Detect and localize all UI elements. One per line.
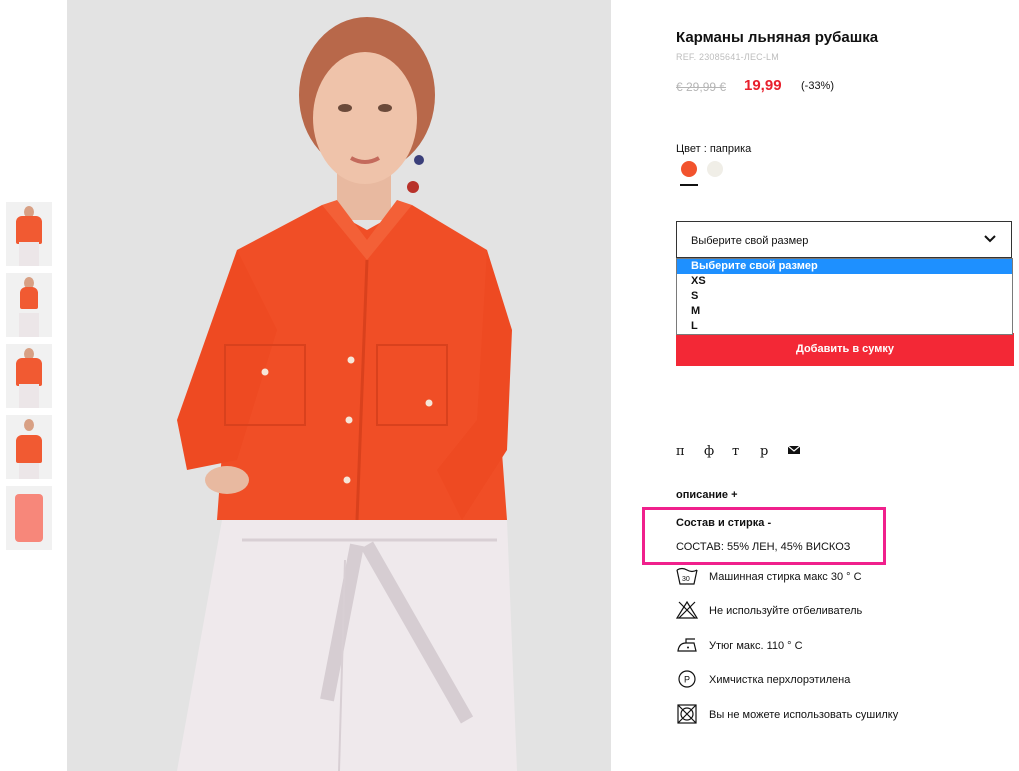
product-photo <box>67 0 611 771</box>
product-ref: REF. 23085641-ЛЕС-LM <box>676 52 779 62</box>
care-item-iron: Утюг макс. 110 ° C <box>676 635 916 659</box>
thumbnail-2[interactable] <box>6 273 52 337</box>
old-price: € 29,99 € <box>676 80 727 94</box>
share-p-icon[interactable]: р <box>760 444 788 459</box>
color-swatch-white[interactable] <box>707 161 723 177</box>
add-to-bag-button[interactable]: Добавить в сумку <box>676 333 1014 366</box>
share-facebook-icon[interactable]: ф <box>704 444 732 459</box>
product-title: Карманы льняная рубашка <box>676 29 879 46</box>
thumbnail-5[interactable] <box>6 486 52 550</box>
size-select-value: Выберите свой размер <box>691 235 809 247</box>
size-select[interactable]: Выберите свой размер <box>676 221 1012 258</box>
composition-text: СОСТАВ: 55% ЛЕН, 45% ВИСКОЗ <box>676 541 851 553</box>
care-item-bleach: Не используйте отбеливатель <box>675 600 916 624</box>
composition-toggle[interactable]: Состав и стирка - <box>676 517 771 529</box>
selected-swatch-indicator <box>680 184 698 186</box>
thumbnail-strip <box>6 202 54 557</box>
chevron-down-icon <box>983 232 997 251</box>
care-text: Не используйте отбеливатель <box>709 605 863 617</box>
composition-highlight-box <box>642 507 886 565</box>
thumbnail-3[interactable] <box>6 344 52 408</box>
size-dropdown-list: Выберите свой размер XS S M L <box>676 258 1013 335</box>
thumbnail-1[interactable] <box>6 202 52 266</box>
care-text: Химчистка перхлорэтилена <box>709 674 851 686</box>
no-bleach-icon <box>675 600 699 622</box>
care-item-tumble: Вы не можете использовать сушилку <box>676 704 916 728</box>
description-toggle[interactable]: описание + <box>676 489 738 501</box>
no-tumble-dry-icon <box>676 704 698 726</box>
dry-clean-p-icon: P <box>676 669 698 691</box>
thumbnail-4[interactable] <box>6 415 52 479</box>
wash-temp-label: 30 <box>682 576 690 583</box>
size-option-s[interactable]: S <box>677 289 1012 304</box>
care-text: Машинная стирка макс 30 ° C <box>709 571 862 583</box>
social-share-bar: п ф т р <box>676 444 816 459</box>
iron-icon <box>676 635 698 657</box>
dry-clean-letter: P <box>684 675 690 685</box>
care-text: Вы не можете использовать сушилку <box>709 709 899 721</box>
color-swatch-paprika[interactable] <box>681 161 697 177</box>
care-text: Утюг макс. 110 ° C <box>709 640 803 652</box>
color-label: Цвет : паприка <box>676 143 752 155</box>
size-option-m[interactable]: M <box>677 304 1012 319</box>
share-email-icon[interactable] <box>787 444 816 459</box>
wash-30-icon: 30 <box>676 566 698 588</box>
model-illustration <box>67 0 611 771</box>
care-item-wash: 30 Машинная стирка макс 30 ° C <box>676 566 916 590</box>
size-option-xs[interactable]: XS <box>677 274 1012 289</box>
discount-badge: (-33%) <box>801 80 835 92</box>
size-option-placeholder[interactable]: Выберите свой размер <box>677 259 1012 274</box>
share-twitter-icon[interactable]: т <box>732 444 760 459</box>
sale-price: 19,99 <box>744 77 782 94</box>
share-pinterest-icon[interactable]: п <box>676 444 704 459</box>
care-item-dryclean: P Химчистка перхлорэтилена <box>676 669 916 693</box>
size-option-l[interactable]: L <box>677 319 1012 334</box>
